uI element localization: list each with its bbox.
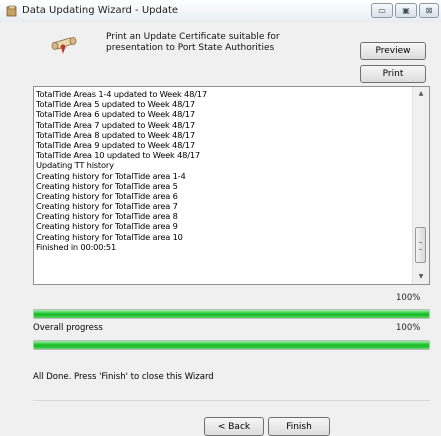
scroll-thumb[interactable] [415, 227, 426, 263]
log-line: TotalTide Area 7 updated to Week 48/17 [36, 119, 195, 130]
log-line: Creating history for TotalTide area 8 [36, 211, 178, 222]
overall-progress-percent: 100% [396, 323, 421, 333]
log-line: Creating history for TotalTide area 5 [36, 180, 178, 191]
minimize-icon: ▭ [378, 6, 386, 15]
log-line: TotalTide Area 9 updated to Week 48/17 [36, 139, 195, 150]
overall-progress-fill [34, 341, 429, 349]
certificate-description: Print an Update Certificate suitable for… [106, 32, 280, 53]
log-line: Creating history for TotalTide area 7 [36, 201, 178, 212]
log-line: Finished in 00:00:51 [36, 241, 117, 252]
close-icon: ⊠ [425, 6, 433, 15]
log-line: TotalTide Area 10 updated to Week 48/17 [36, 150, 201, 161]
back-button[interactable]: < Back [204, 417, 264, 436]
log-scrollbar[interactable]: ▲ ▼ [412, 87, 429, 284]
log-line: TotalTide Area 5 updated to Week 48/17 [36, 99, 195, 110]
window-title: Data Updating Wizard - Update [22, 5, 179, 16]
log-line: TotalTide Area 8 updated to Week 48/17 [36, 129, 195, 140]
scroll-up-arrow-icon[interactable]: ▲ [413, 87, 429, 101]
grip-icon [419, 242, 422, 250]
scroll-down-arrow-icon[interactable]: ▼ [413, 270, 429, 284]
update-log-list[interactable]: TotalTide Areas 1-4 updated to Week 48/1… [33, 86, 430, 285]
app-icon [6, 5, 17, 17]
footer-divider [33, 400, 430, 401]
maximize-icon: ▣ [402, 6, 410, 15]
maximize-button[interactable]: ▣ [395, 3, 417, 18]
wizard-window: Data Updating Wizard - Update ▭ ▣ ⊠ Prin… [0, 0, 441, 436]
title-bar[interactable]: Data Updating Wizard - Update ▭ ▣ ⊠ [0, 0, 441, 22]
log-line: Creating history for TotalTide area 9 [36, 221, 178, 232]
log-line: Creating history for TotalTide area 1-4 [36, 170, 186, 181]
close-button[interactable]: ⊠ [419, 3, 439, 18]
preview-button[interactable]: Preview [360, 42, 426, 60]
print-button[interactable]: Print [360, 65, 426, 83]
overall-progress-bar [33, 340, 430, 350]
status-message: All Done. Press 'Finish' to close this W… [33, 372, 214, 382]
log-line: Creating history for TotalTide area 6 [36, 190, 178, 201]
finish-button[interactable]: Finish [268, 417, 330, 436]
overall-progress-label: Overall progress [33, 323, 103, 333]
current-progress-bar [33, 309, 430, 319]
log-lines: TotalTide Areas 1-4 updated to Week 48/1… [36, 89, 414, 252]
log-line: Updating TT history [36, 160, 114, 171]
current-progress-percent: 100% [396, 293, 421, 303]
log-line: TotalTide Area 6 updated to Week 48/17 [36, 109, 195, 120]
minimize-button[interactable]: ▭ [371, 3, 393, 18]
current-progress-fill [34, 310, 429, 318]
log-line: TotalTide Areas 1-4 updated to Week 48/1… [36, 89, 207, 99]
certificate-scroll-icon [51, 37, 77, 54]
log-line: Creating history for TotalTide area 10 [36, 231, 183, 242]
